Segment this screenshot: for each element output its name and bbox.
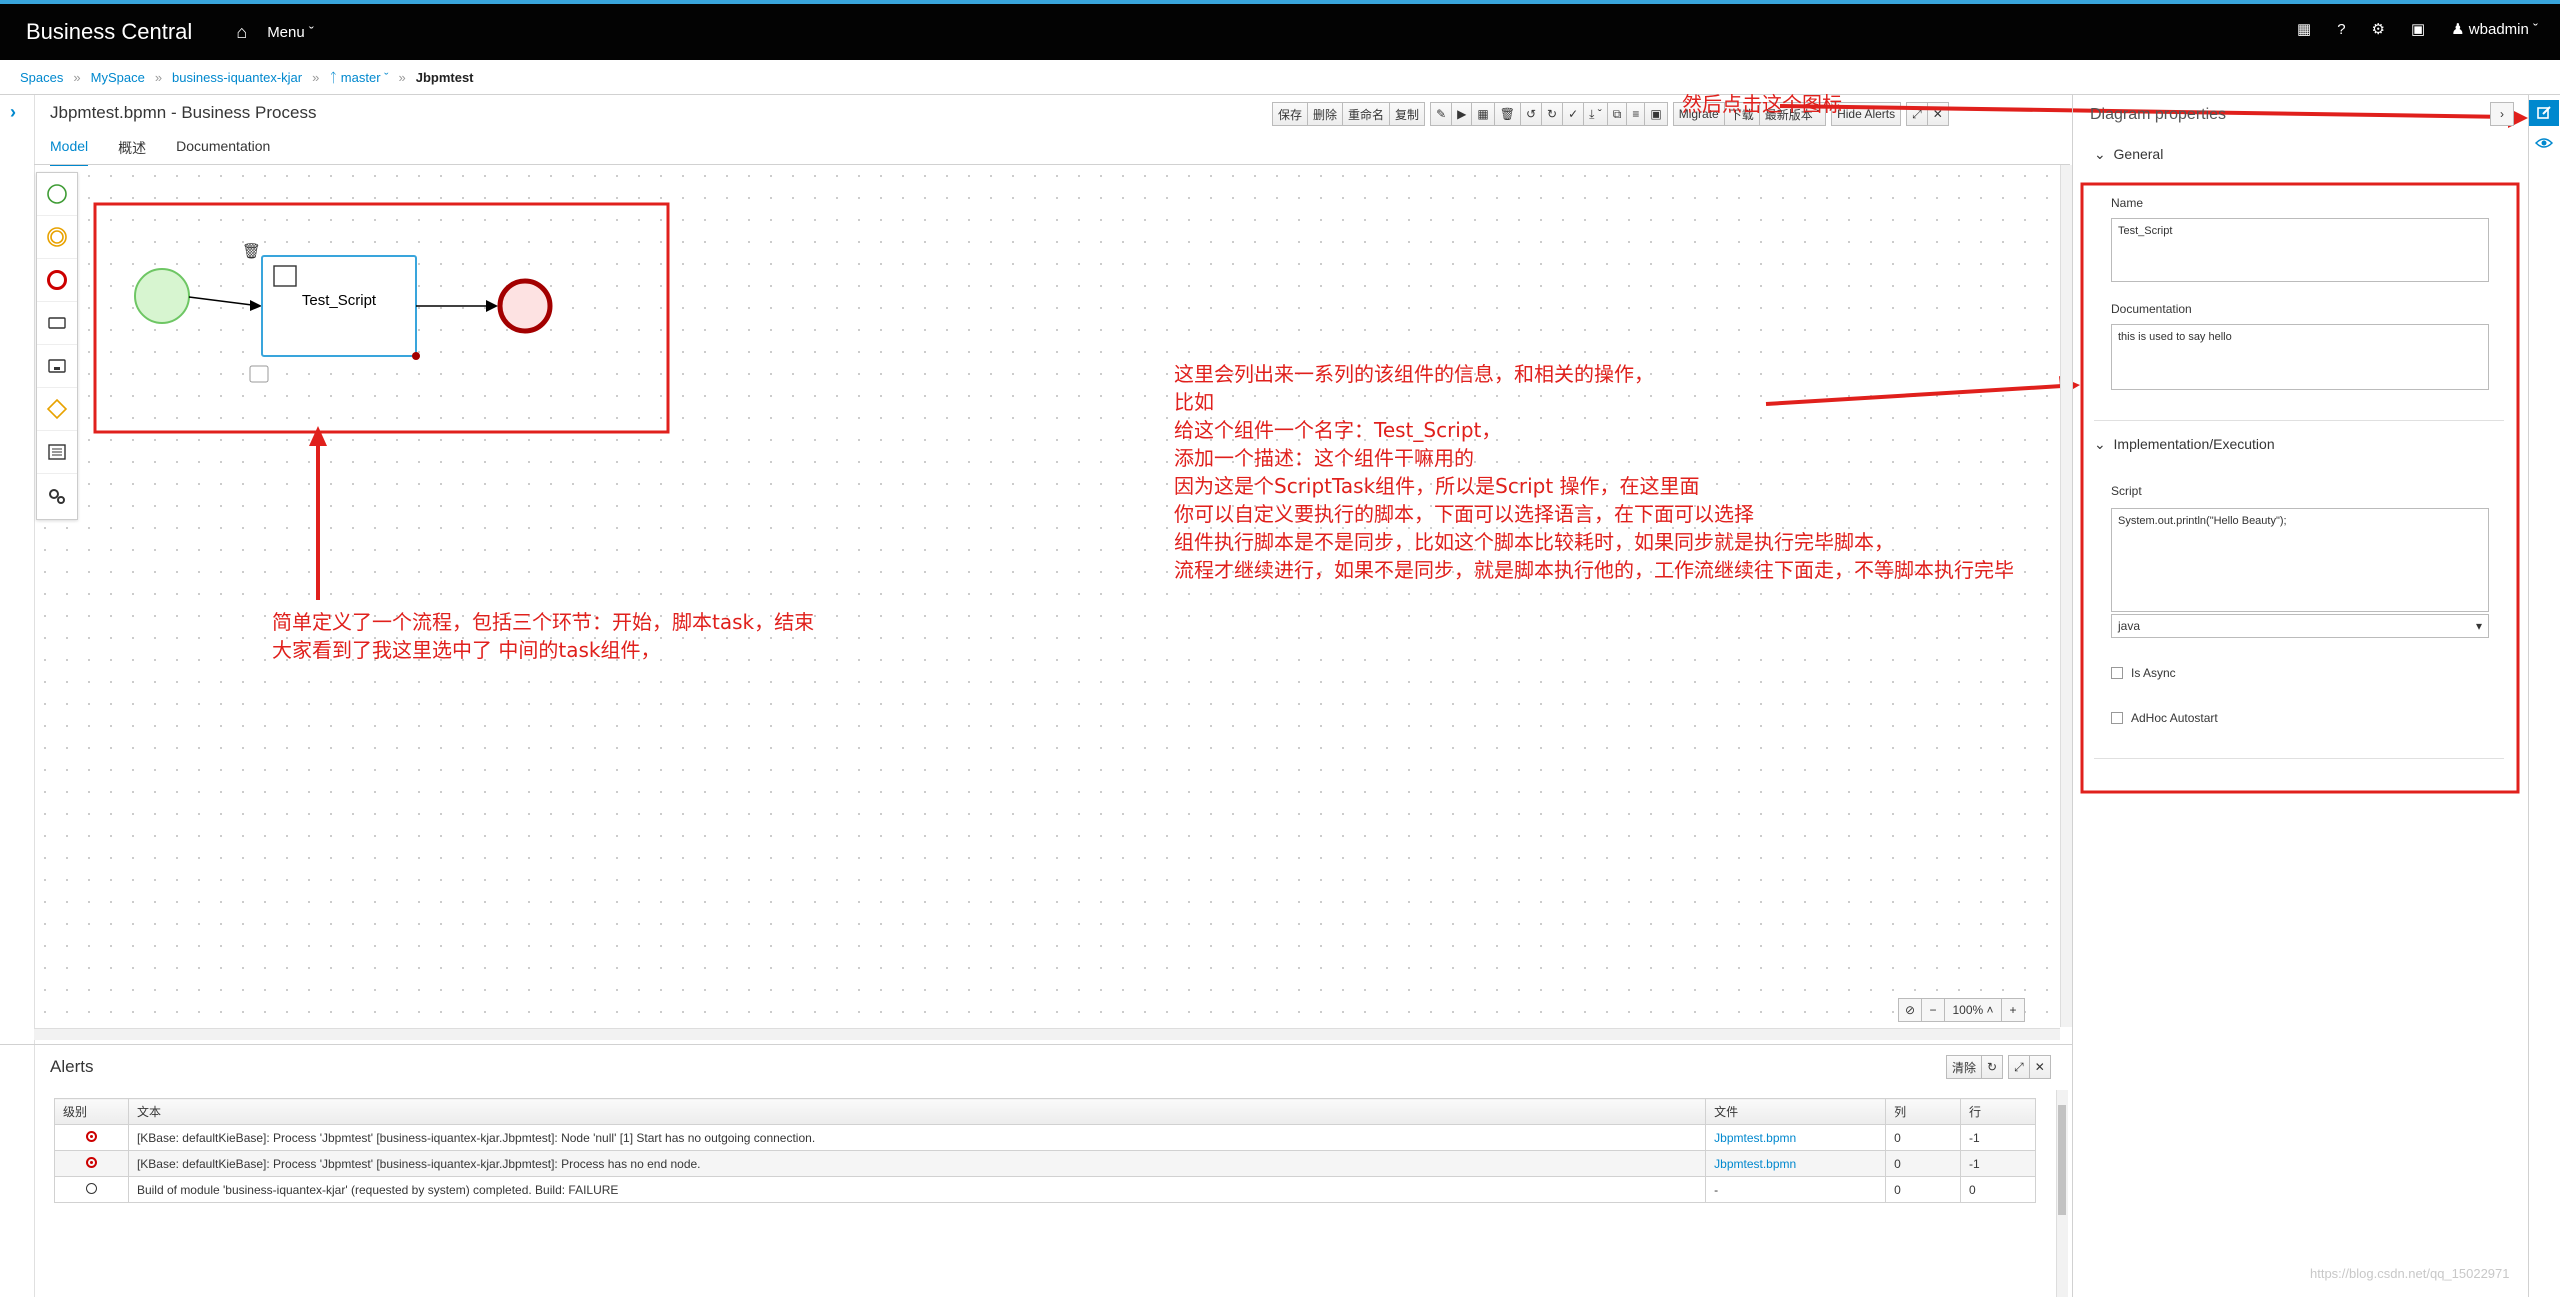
column-cell: 0 [1885, 1150, 1962, 1177]
alerts-header-row: 级别 文本 文件 列 行 [54, 1098, 2036, 1125]
column-header[interactable]: 级别 [54, 1098, 129, 1125]
section-implementation-label: Implementation/Execution [2113, 436, 2275, 452]
properties-panel-border [2072, 95, 2073, 1297]
error-icon [85, 1156, 97, 1168]
line-cell: -1 [1960, 1124, 2036, 1151]
chevron-down-icon: ⌄ [2094, 146, 2106, 162]
annotation-line: 添加一个描述：这个组件干嘛用的 [1174, 446, 1474, 470]
script-field[interactable]: System.out.println("Hello Beauty"); [2111, 508, 2489, 612]
level-cell [54, 1124, 129, 1151]
start-event[interactable] [134, 268, 190, 324]
table-row[interactable]: [KBase: defaultKieBase]: Process 'Jbpmte… [54, 1124, 2036, 1151]
file-link[interactable]: Jbpmtest.bpmn [1714, 1157, 1796, 1171]
adhoc-autostart-checkbox[interactable]: AdHoc Autostart [2111, 711, 2218, 725]
column-cell: 0 [1885, 1124, 1962, 1151]
zoom-level: 100% [1952, 1003, 1984, 1017]
right-dock [2528, 95, 2560, 1297]
annotation-line: 你可以自定义要执行的脚本，下面可以选择语言，在下面可以选择 [1174, 502, 1754, 526]
annotation-line: 简单定义了一个流程，包括三个环节：开始，脚本task，结束 [272, 610, 815, 634]
alerts-scroll-thumb[interactable] [2058, 1105, 2066, 1215]
shape-toolbox-gear-icon[interactable] [249, 365, 269, 383]
zoom-out-button[interactable]: − [1921, 998, 1945, 1022]
sequence-flow[interactable] [188, 296, 253, 306]
level-cell [54, 1150, 129, 1177]
eye-icon[interactable] [2535, 134, 2553, 152]
zoom-level-dropdown[interactable]: 100% ˄ [1944, 998, 2002, 1022]
info-icon [85, 1182, 97, 1194]
documentation-label: Documentation [2111, 302, 2192, 316]
script-label: Script [2111, 484, 2142, 498]
annotation-line: 这里会列出来一系列的该组件的信息，和相关的操作， [1174, 362, 1654, 386]
column-header[interactable]: 文本 [127, 1098, 1707, 1125]
checkbox[interactable] [2111, 667, 2123, 679]
annotation-line: 给这个组件一个名字：Test_Script， [1174, 418, 1502, 442]
delete-shape-trash-icon[interactable]: 🗑 [242, 242, 261, 260]
canvas-vertical-scrollbar[interactable] [2060, 165, 2072, 1027]
alerts-toolbar: 清除 ↻ ⤢ ✕ [1946, 1055, 2051, 1079]
close-icon[interactable]: ✕ [2028, 1055, 2051, 1079]
annotation-arrowhead [309, 426, 327, 446]
message-cell: Build of module 'business-iquantex-kjar'… [127, 1176, 1707, 1203]
annotation-left-note: 简单定义了一个流程，包括三个环节：开始，脚本task，结束 大家看到了我这里选中… [272, 608, 814, 664]
adhoc-autostart-label: AdHoc Autostart [2131, 711, 2218, 725]
annotation-line: 因为这是个ScriptTask组件，所以是Script 操作，在这里面 [1174, 474, 1700, 498]
file-cell: Jbpmtest.bpmn [1705, 1150, 1887, 1177]
file-link[interactable]: Jbpmtest.bpmn [1714, 1131, 1796, 1145]
script-task-label: Test_Script [301, 292, 377, 309]
zoom-in-button[interactable]: + [2001, 998, 2025, 1022]
alerts-table: 级别 文本 文件 列 行 [KBase: defaultKieBase]: Pr… [54, 1098, 2036, 1203]
reset-zoom-icon[interactable]: ⊘ [1898, 998, 1922, 1022]
watermark: https://blog.csdn.net/qq_15022971 [2310, 1266, 2510, 1281]
level-cell [54, 1176, 129, 1203]
properties-panel-title: Diagram properties [2090, 106, 2227, 123]
section-general[interactable]: ⌄ General [2094, 146, 2163, 163]
chevron-down-icon: ⌄ [2094, 436, 2106, 452]
end-event[interactable] [497, 278, 553, 334]
documentation-field[interactable]: this is used to say hello [2111, 324, 2489, 390]
table-row[interactable]: [KBase: defaultKieBase]: Process 'Jbpmte… [54, 1150, 2036, 1177]
message-cell: [KBase: defaultKieBase]: Process 'Jbpmte… [127, 1124, 1707, 1151]
name-field[interactable]: Test_Script [2111, 218, 2489, 282]
divider [0, 1044, 2072, 1045]
flow-arrowhead [486, 300, 498, 312]
flow-arrowhead [250, 300, 262, 311]
annotation-right-note: 这里会列出来一系列的该组件的信息，和相关的操作， 比如 给这个组件一个名字：Te… [1174, 360, 2014, 584]
alerts-title: Alerts [50, 1057, 94, 1076]
annotation-line: 流程才继续进行，如果不是同步，就是脚本执行他的，工作流继续往下面走，不等脚本执行… [1174, 558, 2014, 582]
message-cell: [KBase: defaultKieBase]: Process 'Jbpmte… [127, 1150, 1707, 1177]
checkbox[interactable] [2111, 712, 2123, 724]
file-cell: - [1705, 1176, 1887, 1203]
section-general-label: General [2113, 146, 2164, 162]
annotation-top-hint: 然后点击这个图标 [1682, 92, 1842, 116]
script-language-select[interactable]: java ▾ [2111, 614, 2489, 638]
collapse-panel-icon[interactable]: › [2490, 102, 2514, 126]
line-cell: -1 [1960, 1150, 2036, 1177]
is-async-label: Is Async [2131, 666, 2176, 680]
annotation-line: 组件执行脚本是不是同步，比如这个脚本比较耗时，如果同步就是执行完毕脚本， [1174, 530, 1894, 554]
section-divider [2094, 758, 2504, 759]
name-label: Name [2111, 196, 2144, 210]
maximize-icon[interactable]: ⤢ [2008, 1055, 2030, 1079]
column-header[interactable]: 行 [1960, 1098, 2036, 1125]
annotation-line: 比如 [1174, 390, 1214, 414]
refresh-icon[interactable]: ↻ [1981, 1055, 2004, 1079]
zoom-controls: ⊘ − 100% ˄ + [1898, 998, 2025, 1022]
column-header[interactable]: 列 [1885, 1098, 1962, 1125]
column-header[interactable]: 文件 [1705, 1098, 1887, 1125]
resize-handle[interactable] [412, 352, 420, 360]
line-cell: 0 [1960, 1176, 2036, 1203]
table-row[interactable]: Build of module 'business-iquantex-kjar'… [54, 1176, 2036, 1203]
script-language-value: java [2118, 619, 2141, 633]
section-implementation[interactable]: ⌄ Implementation/Execution [2094, 436, 2275, 453]
clear-alerts-button[interactable]: 清除 [1946, 1055, 1983, 1079]
is-async-checkbox[interactable]: Is Async [2111, 666, 2176, 680]
canvas-horizontal-scrollbar[interactable] [34, 1028, 2060, 1040]
annotation-line: 大家看到了我这里选中了 中间的task组件， [272, 638, 661, 662]
properties-edit-icon[interactable] [2529, 100, 2559, 126]
section-divider [2094, 420, 2504, 421]
column-cell: 0 [1885, 1176, 1962, 1203]
caret-down-icon: ▾ [2475, 619, 2482, 633]
error-icon [85, 1130, 97, 1142]
file-cell: Jbpmtest.bpmn [1705, 1124, 1887, 1151]
